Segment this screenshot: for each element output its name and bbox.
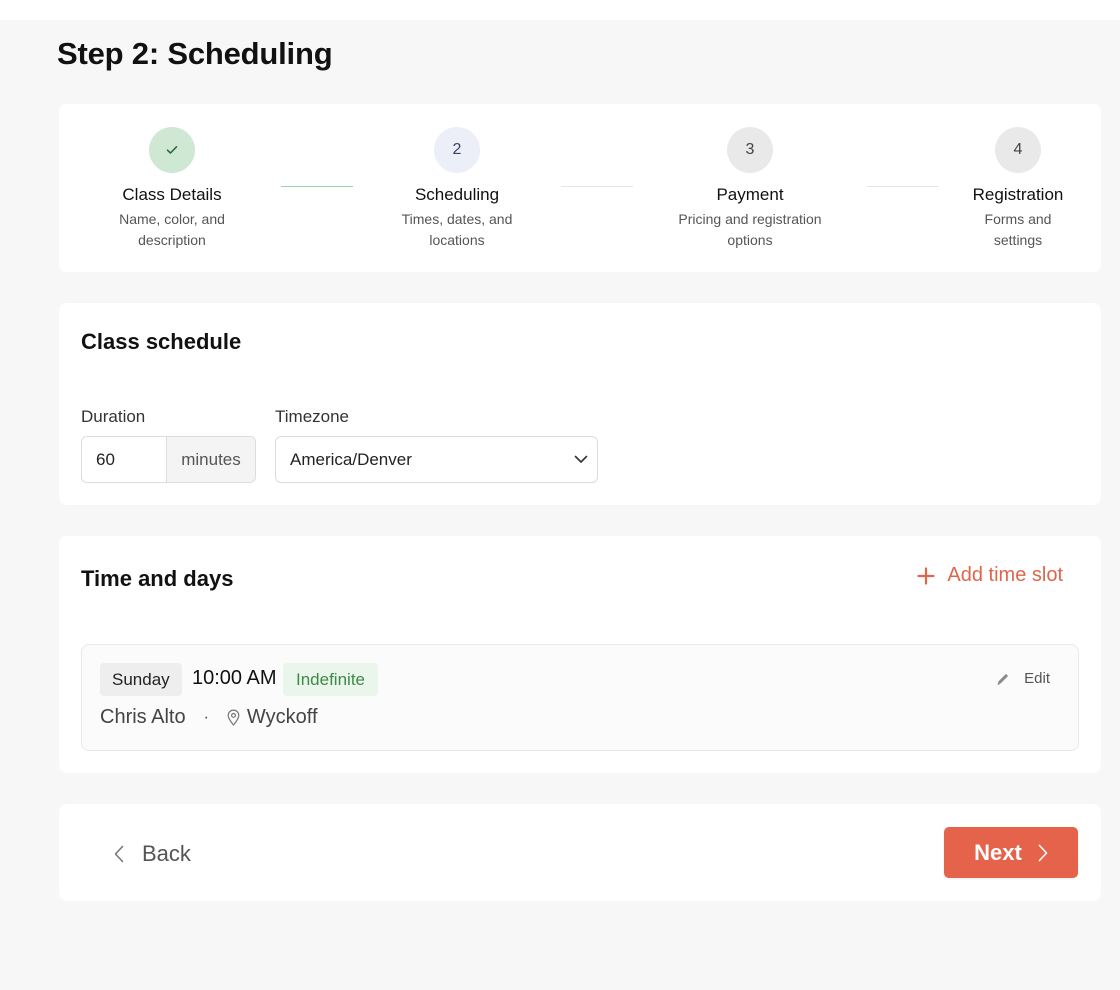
- step-description-line: settings: [993, 232, 1043, 248]
- day-badge: Sunday: [100, 663, 182, 696]
- timezone-value: America/Denver: [290, 449, 412, 469]
- step-description-line: Name, color, and: [119, 211, 225, 227]
- step-number: 4: [995, 127, 1041, 173]
- edit-label: Edit: [1024, 670, 1050, 687]
- chevron-left-icon: [114, 845, 124, 863]
- chevron-down-icon: [573, 451, 589, 472]
- step-scheduling[interactable]: 2 Scheduling Times, dates, and locations: [367, 127, 547, 251]
- step-connector-1: [281, 186, 353, 187]
- step-description-line: description: [138, 232, 206, 248]
- step-description-line: Forms and: [984, 211, 1052, 227]
- duration-label: Duration: [81, 407, 146, 426]
- top-bar: [0, 0, 1120, 20]
- step-registration[interactable]: 4 Registration Forms and settings: [928, 127, 1108, 251]
- step-description-line: Pricing and registration: [678, 211, 822, 227]
- add-time-slot-label: Add time slot: [947, 564, 1063, 586]
- separator: ·: [203, 708, 209, 726]
- duration-field: minutes: [81, 436, 256, 483]
- section-title: Class schedule: [81, 329, 242, 354]
- step-description: Forms and settings: [928, 209, 1108, 251]
- add-time-slot-button[interactable]: Add time slot: [917, 564, 1063, 587]
- time-and-days-card: Time and days Add time slot Sunday 10:00…: [59, 536, 1101, 773]
- step-description: Pricing and registration options: [660, 209, 840, 251]
- step-title: Registration: [972, 185, 1064, 204]
- next-label: Next: [974, 839, 1022, 865]
- time-slot: Sunday 10:00 AM Indefinite Chris Alto · …: [81, 644, 1079, 751]
- step-title: Class Details: [122, 185, 222, 204]
- step-connector-2: [561, 186, 633, 187]
- step-payment[interactable]: 3 Payment Pricing and registration optio…: [660, 127, 840, 251]
- pencil-icon: [995, 671, 1011, 687]
- duration-unit: minutes: [166, 437, 255, 482]
- step-title: Scheduling: [414, 185, 500, 204]
- check-icon: [149, 127, 195, 173]
- instructor-name: Chris Alto: [100, 706, 186, 728]
- back-label: Back: [142, 841, 191, 866]
- section-title: Time and days: [81, 566, 234, 591]
- timezone-select[interactable]: America/Denver: [275, 436, 598, 483]
- step-class-details[interactable]: Class Details Name, color, and descripti…: [82, 127, 262, 251]
- chevron-right-icon: [1038, 844, 1048, 862]
- page-title: Step 2: Scheduling: [57, 36, 333, 71]
- step-title: Payment: [716, 185, 784, 204]
- back-button[interactable]: Back: [114, 841, 191, 867]
- recurrence-badge: Indefinite: [283, 663, 378, 696]
- class-schedule-card: Class schedule Duration Timezone minutes…: [59, 303, 1101, 505]
- duration-input[interactable]: [82, 437, 166, 482]
- step-description: Name, color, and description: [82, 209, 262, 251]
- navigation-card: Back Next: [59, 804, 1101, 901]
- next-button[interactable]: Next: [944, 827, 1078, 878]
- slot-meta: Chris Alto · Wyckoff: [100, 706, 318, 729]
- slot-time: 10:00 AM: [192, 667, 277, 689]
- edit-slot-button[interactable]: Edit: [995, 670, 1050, 687]
- step-number: 2: [434, 127, 480, 173]
- stepper: Class Details Name, color, and descripti…: [59, 104, 1101, 272]
- step-number: 3: [727, 127, 773, 173]
- step-description: Times, dates, and locations: [367, 209, 547, 251]
- location-name: Wyckoff: [246, 706, 318, 728]
- step-description-line: options: [727, 232, 773, 248]
- map-pin-icon: [227, 709, 240, 726]
- timezone-label: Timezone: [275, 407, 350, 426]
- step-description-line: locations: [429, 232, 485, 248]
- step-description-line: Times, dates, and: [401, 211, 513, 227]
- plus-icon: [917, 566, 935, 585]
